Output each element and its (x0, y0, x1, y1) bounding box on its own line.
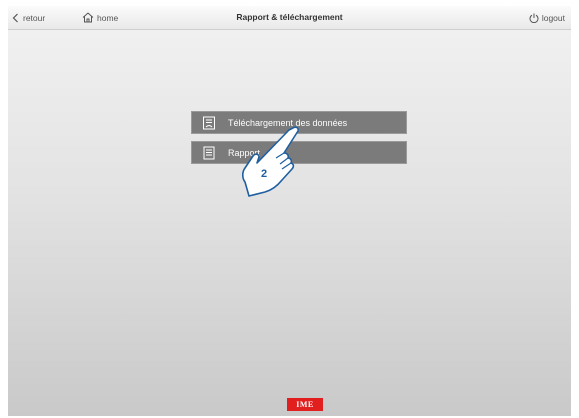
home-button[interactable]: home (82, 6, 118, 29)
pointing-hand-icon (232, 120, 302, 200)
step-number: 2 (260, 168, 268, 180)
back-button[interactable]: retour (12, 6, 45, 29)
app-screen: retour home Rapport & téléchargement log… (8, 6, 571, 416)
home-label: home (97, 12, 119, 23)
home-icon (82, 12, 94, 23)
chevron-left-icon (12, 13, 19, 23)
logout-label: logout (541, 12, 565, 23)
logout-button[interactable]: logout (529, 6, 565, 29)
back-label: retour (23, 12, 46, 23)
top-bar: retour home Rapport & téléchargement log… (8, 6, 571, 30)
brand-logo: IME (287, 398, 323, 411)
report-icon (202, 146, 216, 160)
download-doc-icon (202, 116, 216, 130)
power-icon (529, 13, 539, 23)
